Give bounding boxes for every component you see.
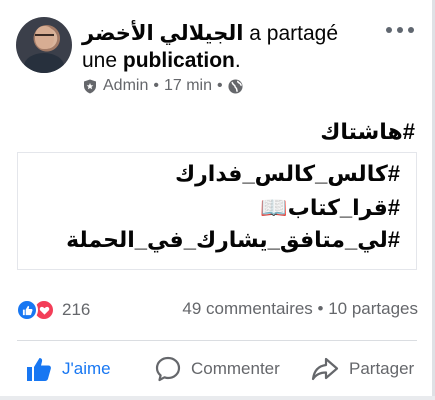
share-arrow-icon xyxy=(311,357,339,381)
author-name[interactable]: الجيلالي الأخضر xyxy=(82,22,243,45)
reaction-count: 216 xyxy=(62,300,91,319)
publication-link[interactable]: publication xyxy=(123,49,235,72)
post-time[interactable]: 17 min xyxy=(164,77,212,95)
comment-button[interactable]: Commenter xyxy=(155,350,280,388)
comments-shares-count[interactable]: 49 commentaires • 10 partages xyxy=(182,299,418,319)
action-bar-divider xyxy=(17,340,417,341)
post-action-bar: J'aime Commenter Partager xyxy=(0,350,432,388)
author-avatar[interactable] xyxy=(16,17,72,73)
dot-icon xyxy=(397,27,403,33)
like-button[interactable]: J'aime xyxy=(26,350,111,388)
admin-shield-icon xyxy=(84,79,96,93)
meta-separator: • xyxy=(153,77,159,94)
hashtag-line[interactable]: #لي_متافق_يشارك_في_الحملة xyxy=(66,227,400,253)
hashtag-title[interactable]: #هاشتاك xyxy=(320,119,415,145)
avatar-shirt xyxy=(24,53,64,73)
comment-bubble-icon xyxy=(155,356,181,382)
share-button[interactable]: Partager xyxy=(311,350,414,388)
globe-icon[interactable] xyxy=(228,78,243,94)
reactions-summary[interactable]: 216 xyxy=(16,299,90,321)
like-label: J'aime xyxy=(62,359,111,378)
headline-suffix: . xyxy=(234,49,241,72)
hashtag-line[interactable]: #قرا_كتاب📖 xyxy=(260,195,400,221)
post-meta: Admin • 17 min • xyxy=(83,77,243,95)
comment-label: Commenter xyxy=(191,359,280,378)
hashtag-line[interactable]: #كالس_كالس_فدارك xyxy=(175,161,400,187)
post-headline: الجيلالي الأخضر a partagé une publicatio… xyxy=(82,20,372,74)
admin-role-label: Admin xyxy=(103,77,149,94)
dot-icon xyxy=(386,27,392,33)
card-bottom-edge xyxy=(0,396,435,400)
post-content-box: #كالس_كالس_فدارك #قرا_كتاب📖 #لي_متافق_يش… xyxy=(17,152,417,270)
like-reaction-icon xyxy=(16,299,38,321)
share-label: Partager xyxy=(349,359,415,378)
thumbs-up-icon xyxy=(27,358,51,381)
dot-icon xyxy=(408,27,414,33)
meta-separator: • xyxy=(217,77,223,94)
avatar-glasses xyxy=(35,34,54,38)
more-options-button[interactable] xyxy=(386,23,414,37)
